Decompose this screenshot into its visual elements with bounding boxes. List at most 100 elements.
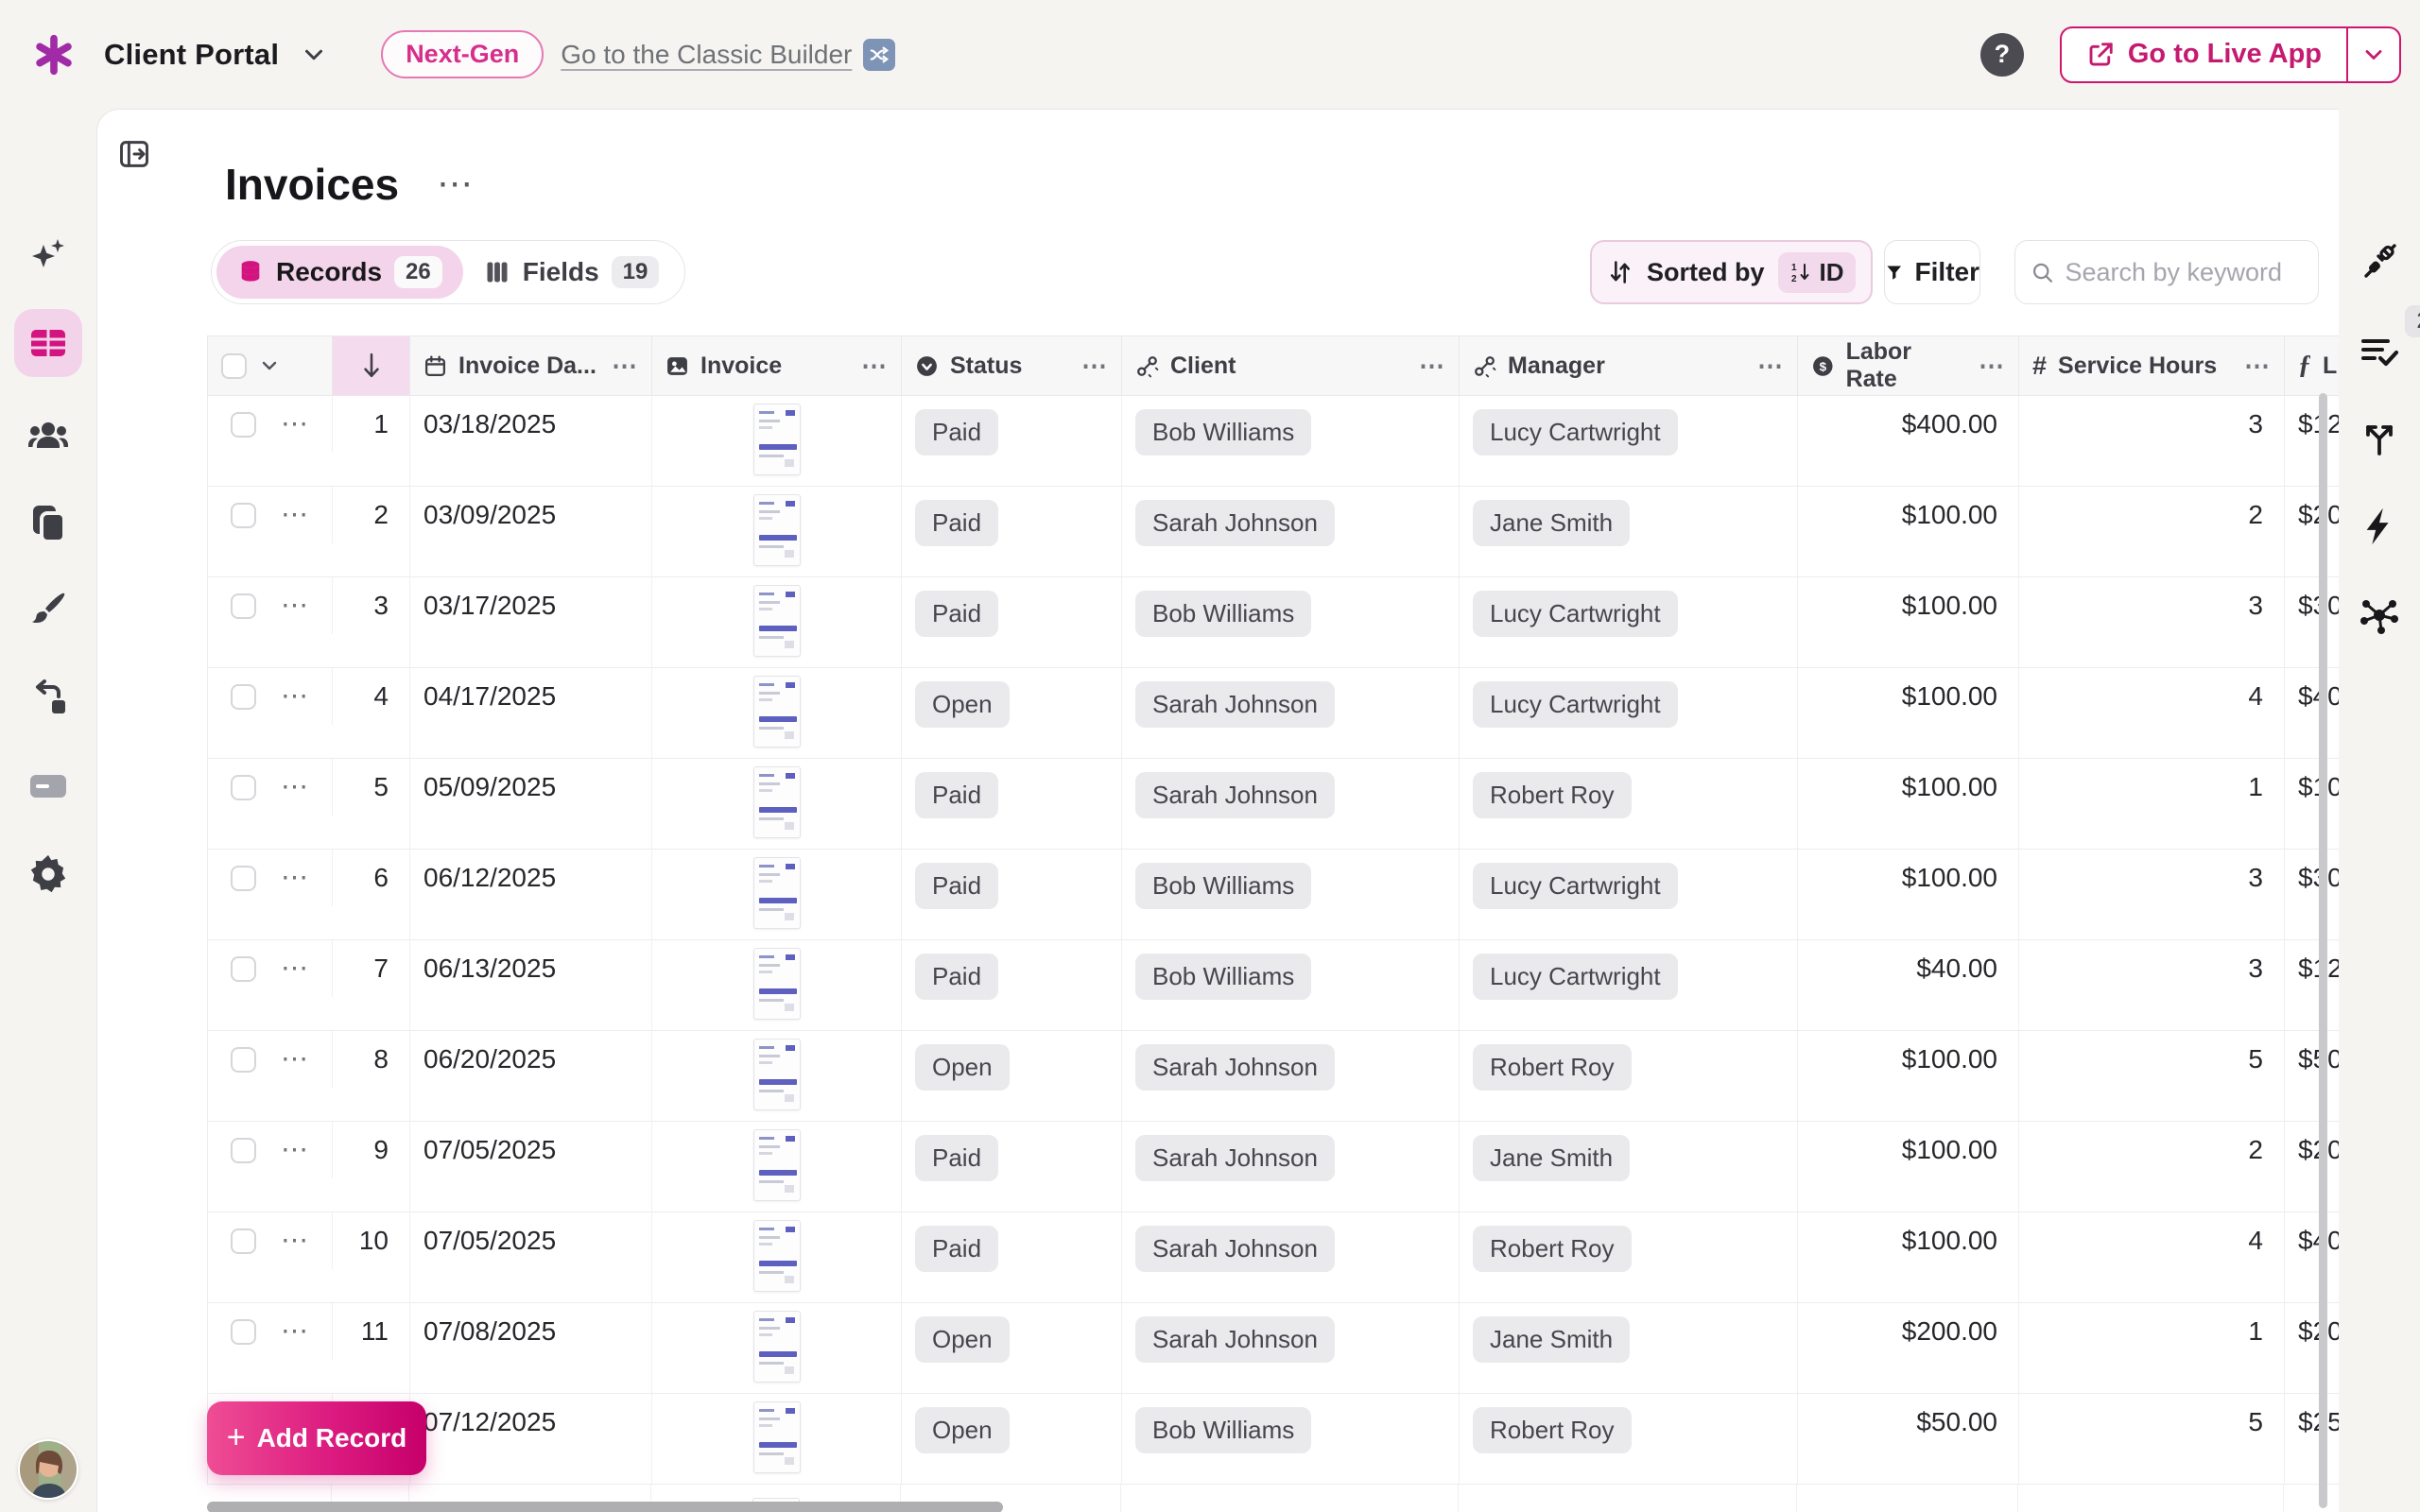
invoice-thumbnail[interactable] bbox=[753, 857, 801, 929]
invoice-thumbnail[interactable] bbox=[753, 1220, 801, 1292]
collapse-panel-button[interactable] bbox=[114, 134, 154, 174]
sidebar-item-billing[interactable] bbox=[22, 759, 75, 812]
column-menu-button[interactable]: ⋯ bbox=[2244, 352, 2271, 381]
sort-field-chip[interactable]: 1 2 ID bbox=[1778, 252, 1856, 293]
row-checkbox[interactable] bbox=[231, 1047, 256, 1073]
table-row[interactable]: ⋯ 8 06/20/2025 Open Sarah Johnson Robert… bbox=[208, 1031, 2339, 1122]
go-to-live-app-main[interactable]: Go to Live App bbox=[2062, 28, 2348, 81]
live-app-dropdown-button[interactable] bbox=[2348, 28, 2399, 81]
softr-logo-icon[interactable] bbox=[32, 33, 76, 77]
row-menu-button[interactable]: ⋯ bbox=[281, 411, 309, 438]
app-name[interactable]: Client Portal bbox=[104, 38, 279, 72]
row-checkbox[interactable] bbox=[231, 1228, 256, 1254]
row-menu-button[interactable]: ⋯ bbox=[281, 593, 309, 620]
app-switcher-chevron-icon[interactable] bbox=[300, 41, 328, 69]
header-select-all[interactable] bbox=[208, 336, 333, 395]
vertical-scrollbar[interactable] bbox=[2319, 393, 2327, 1508]
row-menu-button[interactable]: ⋯ bbox=[281, 683, 309, 711]
branching-button[interactable] bbox=[2356, 415, 2403, 462]
header-labor-cost[interactable]: ƒ L bbox=[2285, 336, 2339, 395]
table-row[interactable]: ⋯ 2 03/09/2025 Paid Sarah Johnson Jane S… bbox=[208, 487, 2339, 577]
row-menu-button[interactable]: ⋯ bbox=[281, 774, 309, 801]
header-invoice[interactable]: Invoice ⋯ bbox=[652, 336, 902, 395]
invoice-thumbnail[interactable] bbox=[753, 1311, 801, 1383]
sidebar-item-ai[interactable] bbox=[22, 230, 75, 283]
table-row[interactable]: ⋯ 12 07/12/2025 Open Bob Williams Robert… bbox=[208, 1394, 2339, 1485]
row-checkbox[interactable] bbox=[231, 1319, 256, 1345]
connections-button[interactable]: 2 bbox=[2356, 239, 2403, 286]
table-row[interactable]: ⋯ 6 06/12/2025 Paid Bob Williams Lucy Ca… bbox=[208, 850, 2339, 940]
automations-button[interactable] bbox=[2356, 503, 2403, 550]
row-checkbox[interactable] bbox=[231, 593, 256, 619]
sidebar-item-pages[interactable] bbox=[22, 496, 75, 549]
header-service-hours[interactable]: # Service Hours ⋯ bbox=[2019, 336, 2285, 395]
header-labor-rate[interactable]: $ Labor Rate ⋯ bbox=[1798, 336, 2019, 395]
invoice-thumbnail[interactable] bbox=[753, 676, 801, 747]
row-menu-button[interactable]: ⋯ bbox=[281, 1137, 309, 1164]
go-to-live-app-button[interactable]: Go to Live App bbox=[2060, 26, 2401, 83]
tab-fields[interactable]: Fields 19 bbox=[463, 246, 681, 299]
column-menu-button[interactable]: ⋯ bbox=[1979, 352, 2005, 381]
row-menu-button[interactable]: ⋯ bbox=[281, 502, 309, 529]
invoice-thumbnail[interactable] bbox=[753, 1039, 801, 1110]
table-row[interactable]: ⋯ 3 03/17/2025 Paid Bob Williams Lucy Ca… bbox=[208, 577, 2339, 668]
row-checkbox[interactable] bbox=[231, 412, 256, 438]
column-menu-button[interactable]: ⋯ bbox=[612, 352, 638, 381]
table-row[interactable]: ⋯ 10 07/05/2025 Paid Sarah Johnson Rober… bbox=[208, 1212, 2339, 1303]
header-id-sorted[interactable] bbox=[333, 336, 410, 395]
invoice-thumbnail[interactable] bbox=[753, 948, 801, 1020]
select-all-checkbox[interactable] bbox=[221, 353, 247, 379]
row-checkbox[interactable] bbox=[231, 956, 256, 982]
sidebar-item-theme[interactable] bbox=[22, 583, 75, 636]
filter-button[interactable]: Filter bbox=[1884, 240, 1980, 304]
row-menu-button[interactable]: ⋯ bbox=[281, 1046, 309, 1074]
tab-records[interactable]: Records 26 bbox=[216, 246, 463, 299]
sidebar-item-users[interactable] bbox=[22, 409, 75, 462]
invoice-thumbnail[interactable] bbox=[753, 494, 801, 566]
search-field[interactable] bbox=[2014, 240, 2319, 304]
row-menu-button[interactable]: ⋯ bbox=[281, 1318, 309, 1346]
row-menu-button[interactable]: ⋯ bbox=[281, 865, 309, 892]
horizontal-scrollbar[interactable] bbox=[207, 1502, 1003, 1512]
table-row[interactable]: ⋯ 7 06/13/2025 Paid Bob Williams Lucy Ca… bbox=[208, 940, 2339, 1031]
table-row[interactable]: ⋯ 5 05/09/2025 Paid Sarah Johnson Robert… bbox=[208, 759, 2339, 850]
status-pill: Paid bbox=[915, 772, 998, 818]
row-checkbox[interactable] bbox=[231, 775, 256, 800]
integrations-button[interactable] bbox=[2356, 592, 2403, 639]
tasks-button[interactable] bbox=[2356, 328, 2403, 375]
sidebar-item-data-tables[interactable] bbox=[14, 309, 82, 377]
sorted-by-button[interactable]: Sorted by 1 2 ID bbox=[1590, 240, 1873, 304]
sort-descending-arrow-icon bbox=[359, 352, 384, 380]
column-menu-button[interactable]: ⋯ bbox=[861, 352, 888, 381]
invoice-thumbnail[interactable] bbox=[753, 766, 801, 838]
user-avatar[interactable] bbox=[18, 1439, 78, 1500]
sidebar-item-flows[interactable] bbox=[22, 672, 75, 725]
row-checkbox[interactable] bbox=[231, 1138, 256, 1163]
header-client[interactable]: Client ⋯ bbox=[1122, 336, 1460, 395]
table-row[interactable]: ⋯ 1 03/18/2025 Paid Bob Williams Lucy Ca… bbox=[208, 396, 2339, 487]
classic-builder-link[interactable]: Go to the Classic Builder bbox=[561, 40, 852, 70]
header-status[interactable]: Status ⋯ bbox=[902, 336, 1122, 395]
invoice-thumbnail[interactable] bbox=[753, 585, 801, 657]
header-invoice-date[interactable]: Invoice Da... ⋯ bbox=[410, 336, 652, 395]
invoice-thumbnail[interactable] bbox=[753, 404, 801, 475]
column-menu-button[interactable]: ⋯ bbox=[1757, 352, 1784, 381]
help-button[interactable]: ? bbox=[1980, 33, 2024, 77]
invoice-thumbnail[interactable] bbox=[753, 1401, 801, 1473]
column-menu-button[interactable]: ⋯ bbox=[1419, 352, 1445, 381]
row-menu-button[interactable]: ⋯ bbox=[281, 1228, 309, 1255]
invoice-thumbnail[interactable] bbox=[753, 1129, 801, 1201]
sidebar-item-settings[interactable] bbox=[22, 848, 75, 901]
table-row[interactable]: ⋯ 4 04/17/2025 Open Sarah Johnson Lucy C… bbox=[208, 668, 2339, 759]
header-manager[interactable]: Manager ⋯ bbox=[1460, 336, 1798, 395]
add-record-button[interactable]: + Add Record bbox=[207, 1401, 426, 1475]
search-input[interactable] bbox=[2065, 258, 2303, 287]
column-menu-button[interactable]: ⋯ bbox=[1081, 352, 1108, 381]
table-row[interactable]: ⋯ 11 07/08/2025 Open Sarah Johnson Jane … bbox=[208, 1303, 2339, 1394]
page-menu-button[interactable]: ⋯ bbox=[437, 175, 475, 194]
row-checkbox[interactable] bbox=[231, 684, 256, 710]
table-row[interactable]: ⋯ 9 07/05/2025 Paid Sarah Johnson Jane S… bbox=[208, 1122, 2339, 1212]
row-checkbox[interactable] bbox=[231, 503, 256, 528]
row-menu-button[interactable]: ⋯ bbox=[281, 955, 309, 983]
row-checkbox[interactable] bbox=[231, 866, 256, 891]
